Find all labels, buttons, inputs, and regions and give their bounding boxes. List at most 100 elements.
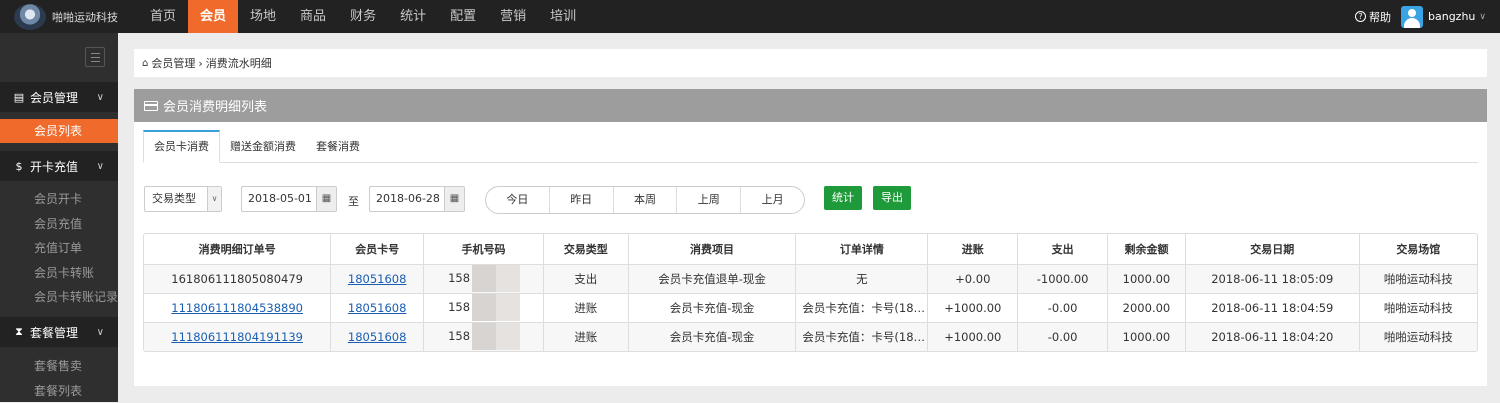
export-button[interactable]: 导出 xyxy=(873,186,911,210)
redacted-phone xyxy=(472,323,521,351)
calendar-icon[interactable]: ▦ xyxy=(444,187,464,211)
tab-bar: 会员卡消费 赠送金额消费 套餐消费 xyxy=(143,130,1478,163)
order-number-link[interactable]: 111806111804191139 xyxy=(171,330,303,344)
avatar[interactable] xyxy=(1401,5,1423,28)
username[interactable]: bangzhu xyxy=(1428,10,1475,23)
nav-item-statistics[interactable]: 统计 xyxy=(388,0,438,33)
breadcrumb-root[interactable]: 会员管理 xyxy=(151,55,195,71)
column-header: 进账 xyxy=(927,234,1019,265)
phone-cell: 158 xyxy=(423,264,544,294)
consumption-item: 会员卡充值退单-现金 xyxy=(628,264,797,294)
sidebar-group-package-management[interactable]: ⧗ 套餐管理 ∨ xyxy=(0,317,118,347)
order-detail: 无 xyxy=(795,264,929,294)
sidebar-item-card-transfer[interactable]: 会员卡转账 xyxy=(0,261,118,285)
transaction-date: 2018-06-11 18:05:09 xyxy=(1185,264,1360,294)
consumption-panel: 会员消费明细列表 会员卡消费 赠送金额消费 套餐消费 交易类型 ∨ 2018-0… xyxy=(134,89,1487,386)
transaction-type: 支出 xyxy=(543,264,629,294)
panel-header: 会员消费明细列表 xyxy=(134,89,1487,122)
venue: 啪啪运动科技 xyxy=(1359,293,1477,323)
chevron-down-icon: ∨ xyxy=(96,326,104,338)
hourglass-icon: ⧗ xyxy=(15,325,23,338)
main-nav: 首页 会员 场地 商品 财务 统计 配置 营销 培训 xyxy=(138,0,588,33)
chevron-down-icon[interactable]: ∨ xyxy=(1479,12,1486,22)
sidebar-item-package-sale[interactable]: 套餐售卖 xyxy=(0,354,118,378)
nav-item-finance[interactable]: 财务 xyxy=(338,0,388,33)
sidebar-item-recharge[interactable]: 会员充值 xyxy=(0,212,118,236)
column-header: 交易类型 xyxy=(543,234,629,265)
order-number-link[interactable]: 111806111804538890 xyxy=(171,301,303,315)
start-date-value: 2018-05-01 xyxy=(248,192,312,205)
column-header: 交易场馆 xyxy=(1359,234,1477,265)
venue: 啪啪运动科技 xyxy=(1383,329,1453,344)
breadcrumb-current: 消费流水明细 xyxy=(205,57,272,70)
sidebar-group-label: 套餐管理 xyxy=(30,325,79,340)
quick-last-week-button[interactable]: 上周 xyxy=(676,187,740,213)
card-number-link[interactable]: 18051608 xyxy=(348,330,407,344)
column-header: 会员卡号 xyxy=(330,234,425,265)
quick-yesterday-button[interactable]: 昨日 xyxy=(548,187,613,213)
order-number: 161806111805080479 xyxy=(144,264,332,294)
nav-item-config[interactable]: 配置 xyxy=(438,0,488,33)
phone-prefix: 158 xyxy=(448,329,471,344)
sidebar-item-member-list[interactable]: 会员列表 xyxy=(0,119,118,143)
expense: -0.00 xyxy=(1017,322,1109,351)
card-number-link[interactable]: 18051608 xyxy=(348,272,407,286)
chevron-down-icon: ∨ xyxy=(207,187,221,211)
sidebar-item-package-list[interactable]: 套餐列表 xyxy=(0,379,118,403)
nav-item-products[interactable]: 商品 xyxy=(288,0,338,33)
date-range-to: 至 xyxy=(348,195,359,208)
tab-card-consumption[interactable]: 会员卡消费 xyxy=(143,130,220,163)
quick-last-month-button[interactable]: 上月 xyxy=(740,187,804,213)
transaction-type: 进账 xyxy=(543,322,629,351)
order-detail: 会员卡充值：卡号(18… xyxy=(795,293,929,323)
tab-package-consumption[interactable]: 套餐消费 xyxy=(306,130,370,163)
income: +1000.00 xyxy=(927,322,1019,351)
phone-prefix: 158 xyxy=(448,300,471,314)
sidebar-item-open-card[interactable]: 会员开卡 xyxy=(0,187,118,211)
panel-title: 会员消费明细列表 xyxy=(163,100,268,115)
consumption-item: 会员卡充值-现金 xyxy=(628,322,797,351)
help-link[interactable]: 帮助 xyxy=(1369,9,1391,25)
transaction-type: 进账 xyxy=(543,293,629,323)
column-header: 剩余金额 xyxy=(1107,234,1186,265)
order-number-cell: 111806111804191139 xyxy=(144,322,332,351)
id-card-icon: ▤ xyxy=(13,90,25,104)
card-number-link[interactable]: 18051608 xyxy=(348,301,407,315)
logo-image xyxy=(14,3,46,30)
sidebar-item-transfer-records[interactable]: 会员卡转账记录 xyxy=(0,285,118,309)
sidebar-group-member-management[interactable]: ▤ 会员管理 ∨ xyxy=(0,82,118,112)
phone-prefix: 158 xyxy=(448,271,471,285)
start-date-input[interactable]: 2018-05-01 ▦ xyxy=(241,186,337,212)
credit-card-icon xyxy=(144,100,158,111)
quick-today-button[interactable]: 今日 xyxy=(486,187,549,213)
table-row: 111806111804538890 18051608 158 进账 会员卡充值… xyxy=(144,293,1477,323)
nav-item-training[interactable]: 培训 xyxy=(538,0,588,33)
help-icon[interactable]: ? xyxy=(1355,11,1366,22)
calendar-icon[interactable]: ▦ xyxy=(316,187,336,211)
card-number-cell: 18051608 xyxy=(330,293,425,323)
chevron-down-icon: ∨ xyxy=(96,160,104,172)
sidebar-group-card-recharge[interactable]: $ 开卡充值 ∨ xyxy=(0,151,118,181)
phone-cell: 158 xyxy=(423,293,544,323)
select-value: 交易类型 xyxy=(152,192,196,205)
end-date-input[interactable]: 2018-06-28 ▦ xyxy=(369,186,465,212)
menu-collapse-button[interactable] xyxy=(85,47,105,67)
nav-item-home[interactable]: 首页 xyxy=(138,0,188,33)
column-header: 消费项目 xyxy=(628,234,797,265)
stat-button[interactable]: 统计 xyxy=(824,186,862,210)
balance: 2000.00 xyxy=(1107,293,1186,323)
sidebar: ▤ 会员管理 ∨ 会员列表 $ 开卡充值 ∨ 会员开卡 会员充值 充值订单 会员… xyxy=(0,33,118,402)
brand-logo[interactable]: 啪啪运动科技 xyxy=(14,3,122,30)
nav-item-venues[interactable]: 场地 xyxy=(238,0,288,33)
expense: -0.00 xyxy=(1017,293,1109,323)
transaction-date: 2018-06-11 18:04:20 xyxy=(1185,322,1360,351)
end-date-value: 2018-06-28 xyxy=(376,192,440,205)
quick-this-week-button[interactable]: 本周 xyxy=(612,187,677,213)
tab-bonus-consumption[interactable]: 赠送金额消费 xyxy=(220,130,306,163)
transaction-type-select[interactable]: 交易类型 ∨ xyxy=(144,186,222,212)
nav-item-marketing[interactable]: 营销 xyxy=(488,0,538,33)
quick-date-group: 今日 昨日 本周 上周 上月 xyxy=(485,186,805,214)
sidebar-item-recharge-orders[interactable]: 充值订单 xyxy=(0,236,118,260)
phone-cell: 158 xyxy=(423,322,544,351)
nav-item-members[interactable]: 会员 xyxy=(188,0,239,33)
